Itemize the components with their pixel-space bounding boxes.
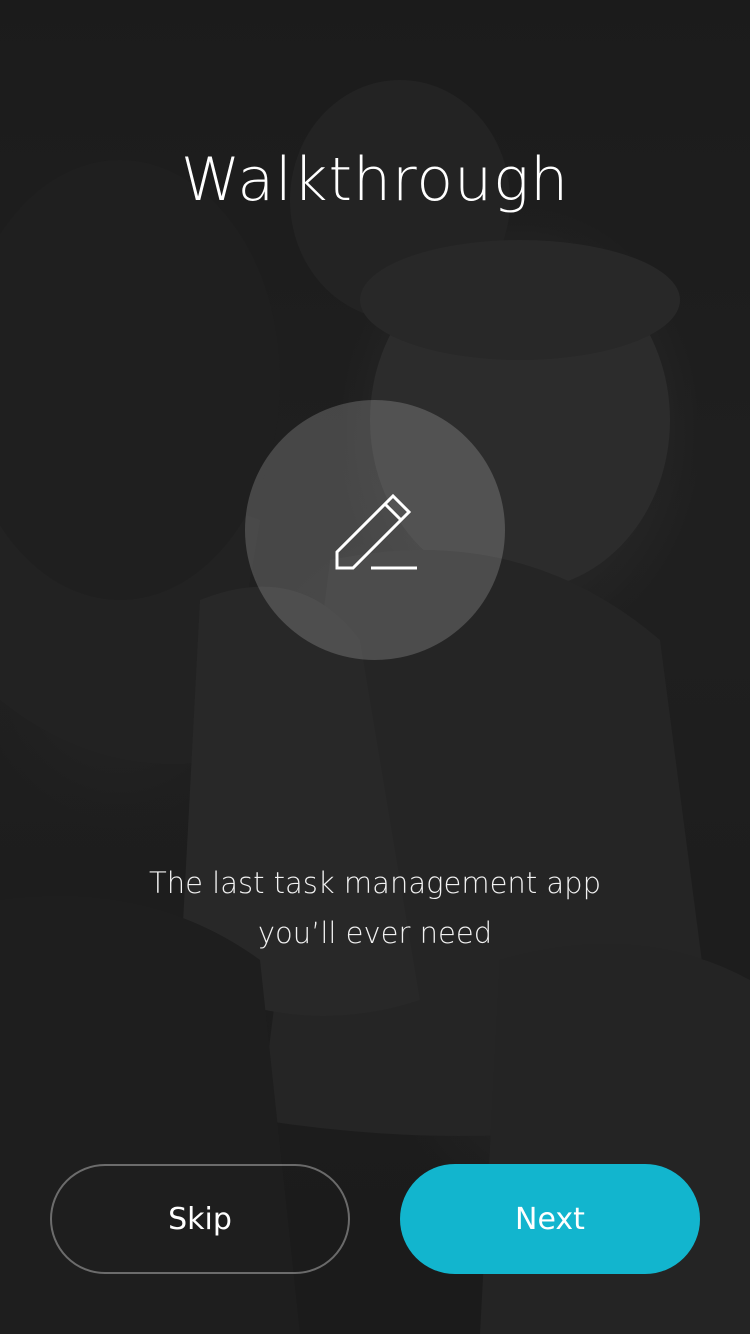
next-button[interactable]: Next: [400, 1164, 700, 1274]
next-button-label: Next: [515, 1201, 585, 1237]
walkthrough-screen: Walkthrough The last task management app…: [0, 0, 750, 1334]
skip-button-label: Skip: [168, 1201, 232, 1237]
feature-icon-circle: [245, 400, 505, 660]
pencil-icon: [335, 493, 417, 570]
tagline-line-1: The last task management app: [148, 866, 601, 900]
page-title: Walkthrough: [180, 145, 570, 215]
skip-button[interactable]: Skip: [50, 1164, 350, 1274]
tagline: The last task management app you’ll ever…: [0, 858, 750, 958]
tagline-line-2: you’ll ever need: [257, 916, 493, 950]
